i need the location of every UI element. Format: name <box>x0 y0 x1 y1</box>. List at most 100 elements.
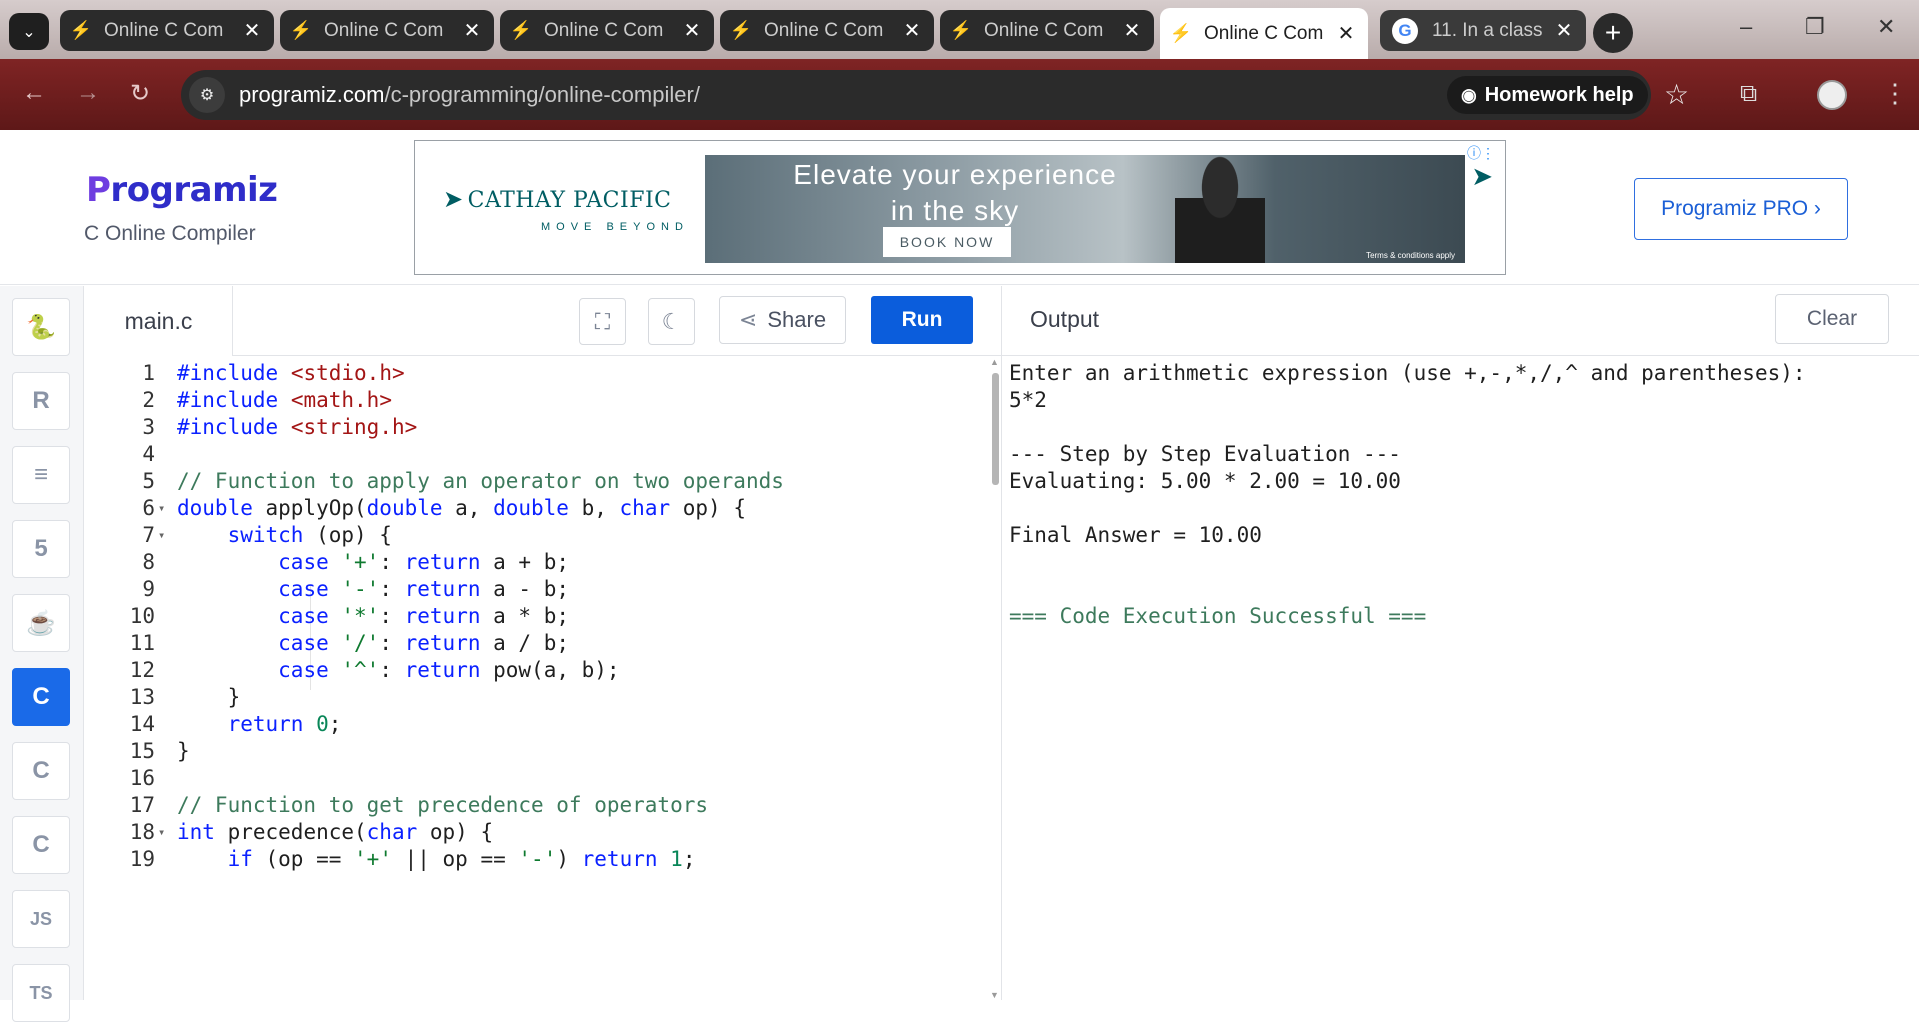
close-tab-icon[interactable]: ✕ <box>1554 18 1574 43</box>
homework-help-button[interactable]: ◉ Homework help <box>1447 76 1648 114</box>
language-ts[interactable]: TS <box>12 964 70 1022</box>
logo-initial: P <box>86 170 111 210</box>
adchoices-icon[interactable]: ⓘ⋮ <box>1467 143 1495 163</box>
scroll-up-icon[interactable]: ▲ <box>990 357 999 367</box>
tab-title: 11. In a class c <box>1432 19 1546 41</box>
browser-menu-icon[interactable]: ⋮ <box>1882 78 1908 109</box>
camera-search-icon: ◉ <box>1461 84 1477 105</box>
code-line[interactable]: 19 if (op == '+' || op == '-') return 1; <box>85 843 989 876</box>
tab-strip: ⌄ ⚡ Online C Com ✕ ⚡ Online C Com ✕ ⚡ Online C … <box>0 0 1919 59</box>
programiz-pro-button[interactable]: Programiz PRO › <box>1634 178 1848 240</box>
close-tab-icon[interactable]: ✕ <box>462 18 482 43</box>
language-js[interactable]: JS <box>12 890 70 948</box>
ad-book-now-button[interactable]: BOOK NOW <box>883 227 1011 257</box>
output-line: Final Answer = 10.00 <box>1009 523 1262 547</box>
close-tab-icon[interactable]: ✕ <box>902 18 922 43</box>
close-tab-icon[interactable]: ✕ <box>682 18 702 43</box>
language-html[interactable]: 5 <box>12 520 70 578</box>
run-button[interactable]: Run <box>871 296 973 344</box>
tab-title: Online C Com <box>984 19 1104 41</box>
ad-brand-label: CATHAY PACIFIC <box>467 188 672 213</box>
editor-header: main.c ⛶ ☾ ⋖ Share Run <box>85 286 1001 356</box>
address-bar[interactable]: ⚙ programiz.com/c-programming/online-com… <box>181 70 1651 120</box>
scroll-down-icon[interactable]: ▼ <box>990 990 999 1000</box>
language-c[interactable]: C <box>12 668 70 726</box>
output-line: --- Step by Step Evaluation --- <box>1009 442 1401 466</box>
browser-tab[interactable]: ⚡ Online C Com ✕ <box>1160 8 1368 59</box>
tab-title: Online C Com <box>104 19 224 41</box>
python-icon: 🐍 <box>26 313 56 341</box>
share-icon: ⋖ <box>738 307 758 332</box>
cathay-logo-icon: ➤ <box>443 185 464 213</box>
tab-title: Online C Com <box>1204 22 1324 44</box>
url-text[interactable]: programiz.com/c-programming/online-compi… <box>239 82 700 108</box>
output-line: Enter an arithmetic expression (use +,-,… <box>1009 361 1806 385</box>
bookmark-star-icon[interactable]: ☆ <box>1664 78 1689 111</box>
ad-banner[interactable]: ➤ CATHAY PACIFIC MOVE BEYOND Elevate your… <box>414 140 1506 275</box>
browser-tab[interactable]: ⚡ Online C Com ✕ <box>280 10 494 51</box>
close-window-button[interactable]: ✕ <box>1877 14 1895 40</box>
google-icon: G <box>1392 17 1418 44</box>
browser-tab[interactable]: G 11. In a class c ✕ <box>1380 10 1586 51</box>
c-icon: C <box>32 683 50 710</box>
browser-tab[interactable]: ⚡ Online C Com ✕ <box>60 10 274 51</box>
browser-tab[interactable]: ⚡ Online C Com ✕ <box>500 10 714 51</box>
editor-scrollbar-thumb[interactable] <box>992 373 999 485</box>
arrow-left-icon: ← <box>22 79 46 106</box>
close-tab-icon[interactable]: ✕ <box>1336 21 1356 46</box>
code-editor[interactable]: 1 #include <stdio.h> 2 #include <math.h> 3 #i… <box>85 357 989 1000</box>
language-csharp[interactable]: C <box>12 816 70 874</box>
language-python[interactable]: 🐍 <box>12 298 70 356</box>
new-tab-button[interactable]: + <box>1593 13 1633 53</box>
maximize-button[interactable]: ❐ <box>1805 14 1825 40</box>
share-button[interactable]: ⋖ Share <box>719 296 846 344</box>
profile-avatar[interactable] <box>1817 80 1847 110</box>
language-sql[interactable]: ≡ <box>12 446 70 504</box>
browser-tab[interactable]: ⚡ Online C Com ✕ <box>720 10 934 51</box>
code-text: if (op == '+' || op == '-') return 1; <box>227 847 696 871</box>
output-console[interactable]: Enter an arithmetic expression (use +,-,… <box>1002 357 1919 1000</box>
tab-title: Online C Com <box>324 19 444 41</box>
editor-pane: main.c ⛶ ☾ ⋖ Share Run 1 #include <stdio.h… <box>85 286 1001 1000</box>
close-tab-icon[interactable]: ✕ <box>242 18 262 43</box>
language-java[interactable]: ☕ <box>12 594 70 652</box>
ad-image: Elevate your experience in the sky BOOK N… <box>705 155 1465 263</box>
reload-icon: ↻ <box>130 80 151 107</box>
tab-search-button[interactable]: ⌄ <box>9 13 49 50</box>
programiz-favicon-icon: ⚡ <box>729 20 753 40</box>
programiz-favicon-icon: ⚡ <box>1169 23 1193 43</box>
language-r[interactable]: R <box>12 372 70 430</box>
arrow-right-icon: → <box>76 79 100 106</box>
r-icon: R <box>32 387 50 414</box>
js-icon: JS <box>29 908 53 929</box>
ad-brand: ➤ CATHAY PACIFIC <box>443 185 671 213</box>
ts-icon: TS <box>29 982 53 1003</box>
site-header: Programiz C Online Compiler ➤ CATHAY PACI… <box>0 130 1919 285</box>
clear-button[interactable]: Clear <box>1775 294 1889 344</box>
html-icon: 5 <box>34 535 48 562</box>
ad-headline-line-2: in the sky <box>890 195 1020 226</box>
logo-rest: rogramiz <box>110 170 278 210</box>
ad-headline-line-1: Elevate your experience <box>793 159 1117 190</box>
editor-scrollbar[interactable]: ▲ ▼ <box>989 357 1001 1000</box>
language-cpp[interactable]: C <box>12 742 70 800</box>
programiz-logo[interactable]: Programiz <box>86 170 278 210</box>
forward-button[interactable]: → <box>76 79 100 107</box>
tab-title: Online C Com <box>764 19 884 41</box>
site-info-icon[interactable]: ⚙ <box>189 77 225 113</box>
url-path: /c-programming/online-compiler/ <box>384 82 700 107</box>
dark-mode-button[interactable]: ☾ <box>648 298 695 345</box>
fullscreen-button[interactable]: ⛶ <box>579 298 626 345</box>
java-icon: ☕ <box>26 609 56 637</box>
close-tab-icon[interactable]: ✕ <box>1122 18 1142 43</box>
ad-arrow-icon: ➤ <box>1471 161 1493 191</box>
back-button[interactable]: ← <box>22 79 46 107</box>
reload-button[interactable]: ↻ <box>130 79 150 108</box>
browser-tab[interactable]: ⚡ Online C Com ✕ <box>940 10 1154 51</box>
file-tab-main-c[interactable]: main.c <box>85 286 233 356</box>
url-host: programiz.com <box>239 82 385 107</box>
minimize-button[interactable]: – <box>1740 14 1752 40</box>
cpp-icon: C <box>32 757 50 784</box>
extensions-icon[interactable]: ⧉ <box>1740 80 1757 108</box>
share-label: Share <box>767 307 827 332</box>
